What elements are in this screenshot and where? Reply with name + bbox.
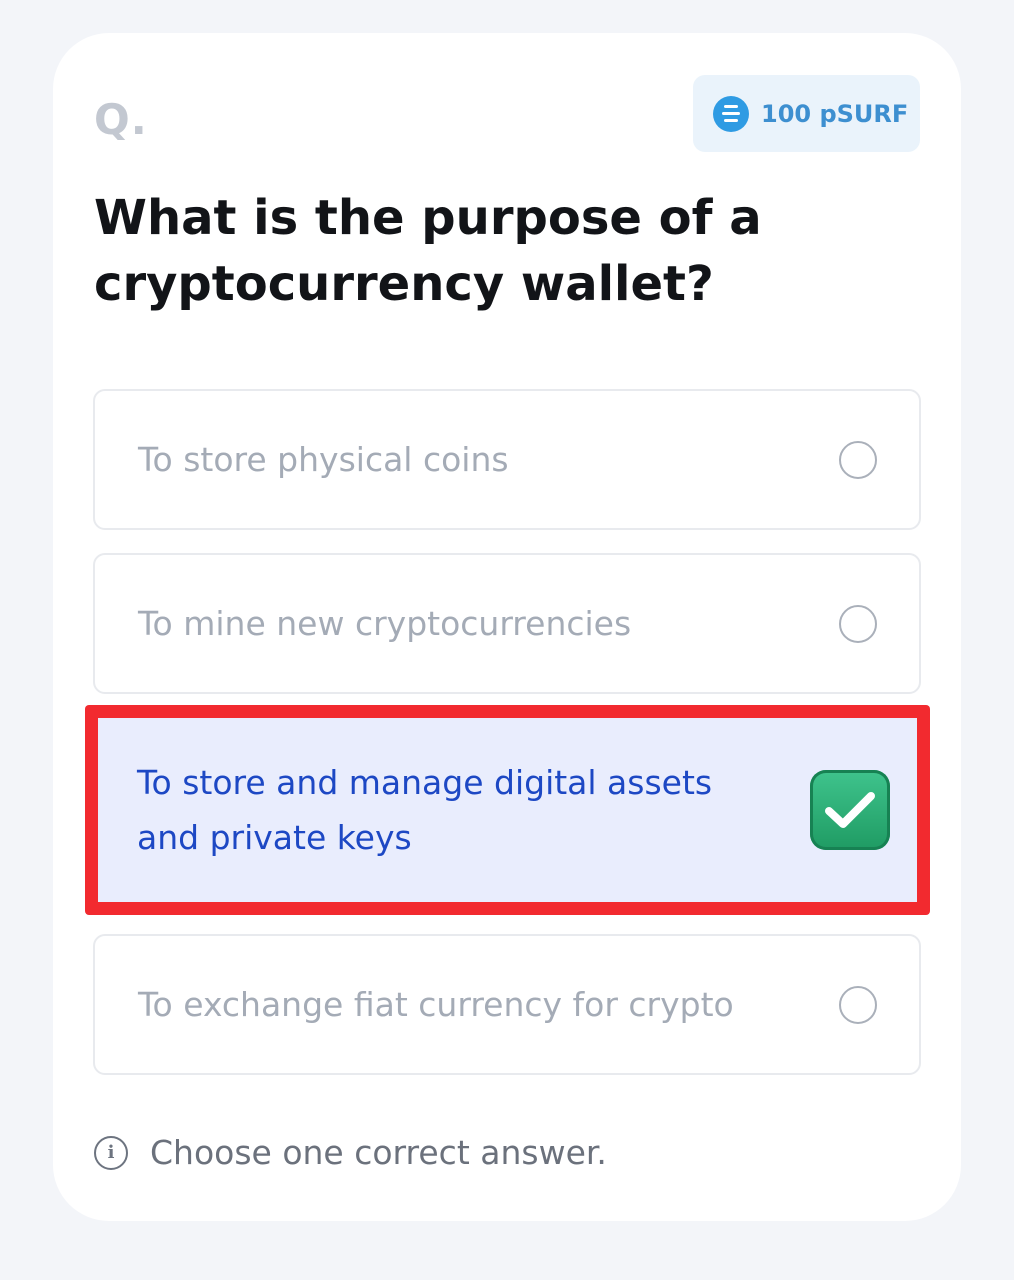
info-icon: i [94, 1135, 128, 1170]
check-mark-icon[interactable] [810, 770, 890, 850]
hint-row: i Choose one correct answer. [94, 1133, 607, 1172]
answer-option-label: To store physical coins [138, 439, 509, 479]
coin-icon [713, 95, 749, 132]
answer-option-3-selected[interactable]: To store and manage digital assets and p… [85, 705, 930, 915]
answer-option-2[interactable]: To mine new cryptocurrencies [93, 553, 921, 694]
reward-badge: 100 pSURF [693, 75, 920, 152]
question-marker: Q. [94, 95, 148, 144]
answer-option-label: To mine new cryptocurrencies [138, 603, 632, 643]
hint-text: Choose one correct answer. [150, 1133, 607, 1172]
answer-option-1[interactable]: To store physical coins [93, 389, 921, 530]
question-text: What is the purpose of a cryptocurrency … [94, 190, 762, 312]
answer-option-label: To store and manage digital assets and p… [137, 763, 713, 857]
check-mark-glyph [825, 792, 875, 828]
radio-unchecked-icon[interactable] [839, 440, 877, 479]
reward-label: 100 pSURF [761, 99, 909, 128]
quiz-card: Q. 100 pSURF What is the purpose of a cr… [53, 33, 961, 1221]
answer-option-label: To exchange fiat currency for crypto [138, 984, 734, 1024]
radio-unchecked-icon[interactable] [839, 604, 877, 643]
answer-option-4[interactable]: To exchange fiat currency for crypto [93, 934, 921, 1075]
radio-unchecked-icon[interactable] [839, 985, 877, 1024]
